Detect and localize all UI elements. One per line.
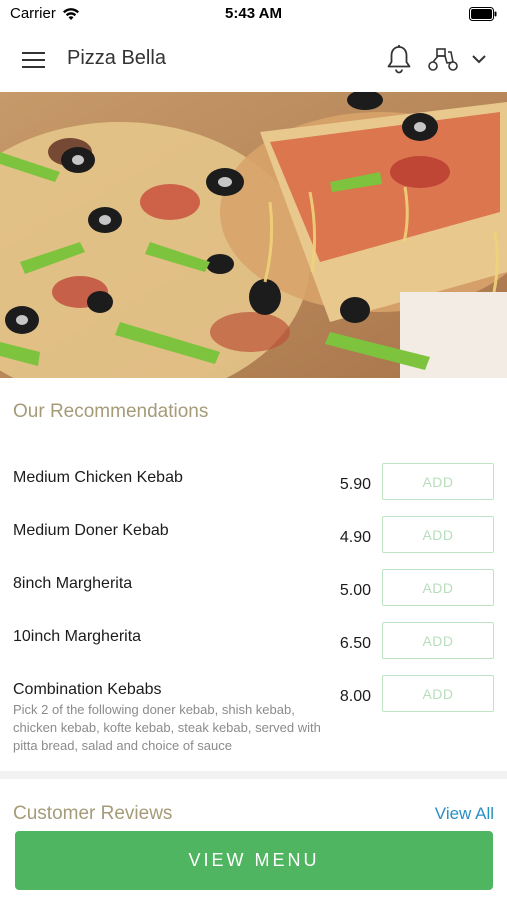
add-button[interactable]: ADD [382,622,494,659]
app-title: Pizza Bella [67,47,166,69]
item-price: 5.00 [339,582,371,599]
reviews-title: Customer Reviews [13,803,173,824]
item-name: 8inch Margherita [13,575,133,592]
item-description: Pick 2 of the following doner kebab, shi… [13,702,321,753]
item-price: 4.90 [339,529,371,546]
hero-pizza-image [0,92,507,378]
view-all-link[interactable]: View All [435,804,494,824]
add-button[interactable]: ADD [382,463,494,500]
bell-icon[interactable] [385,44,413,74]
item-price: 6.50 [339,635,371,652]
status-time: 5:43 AM [225,5,282,22]
battery-icon [469,7,497,21]
add-button[interactable]: ADD [382,569,494,606]
item-name: Medium Chicken Kebab [13,469,183,486]
status-bar: Carrier 5:43 AM [0,0,507,28]
scooter-icon[interactable] [426,44,460,74]
add-button[interactable]: ADD [382,516,494,553]
pizza-photo [0,92,507,378]
item-name: Medium Doner Kebab [13,522,169,539]
item-name: 10inch Margherita [13,628,142,645]
section-divider [0,771,507,779]
menu-icon[interactable] [22,50,46,70]
item-name: Combination Kebabs [13,681,162,698]
app-header: Pizza Bella [0,28,507,92]
chevron-down-icon[interactable] [470,50,488,68]
view-menu-button[interactable]: VIEW MENU [15,831,493,890]
add-button[interactable]: ADD [382,675,494,712]
item-price: 8.00 [339,688,371,705]
item-price: 5.90 [339,476,371,493]
recommendations-title: Our Recommendations [13,401,209,422]
